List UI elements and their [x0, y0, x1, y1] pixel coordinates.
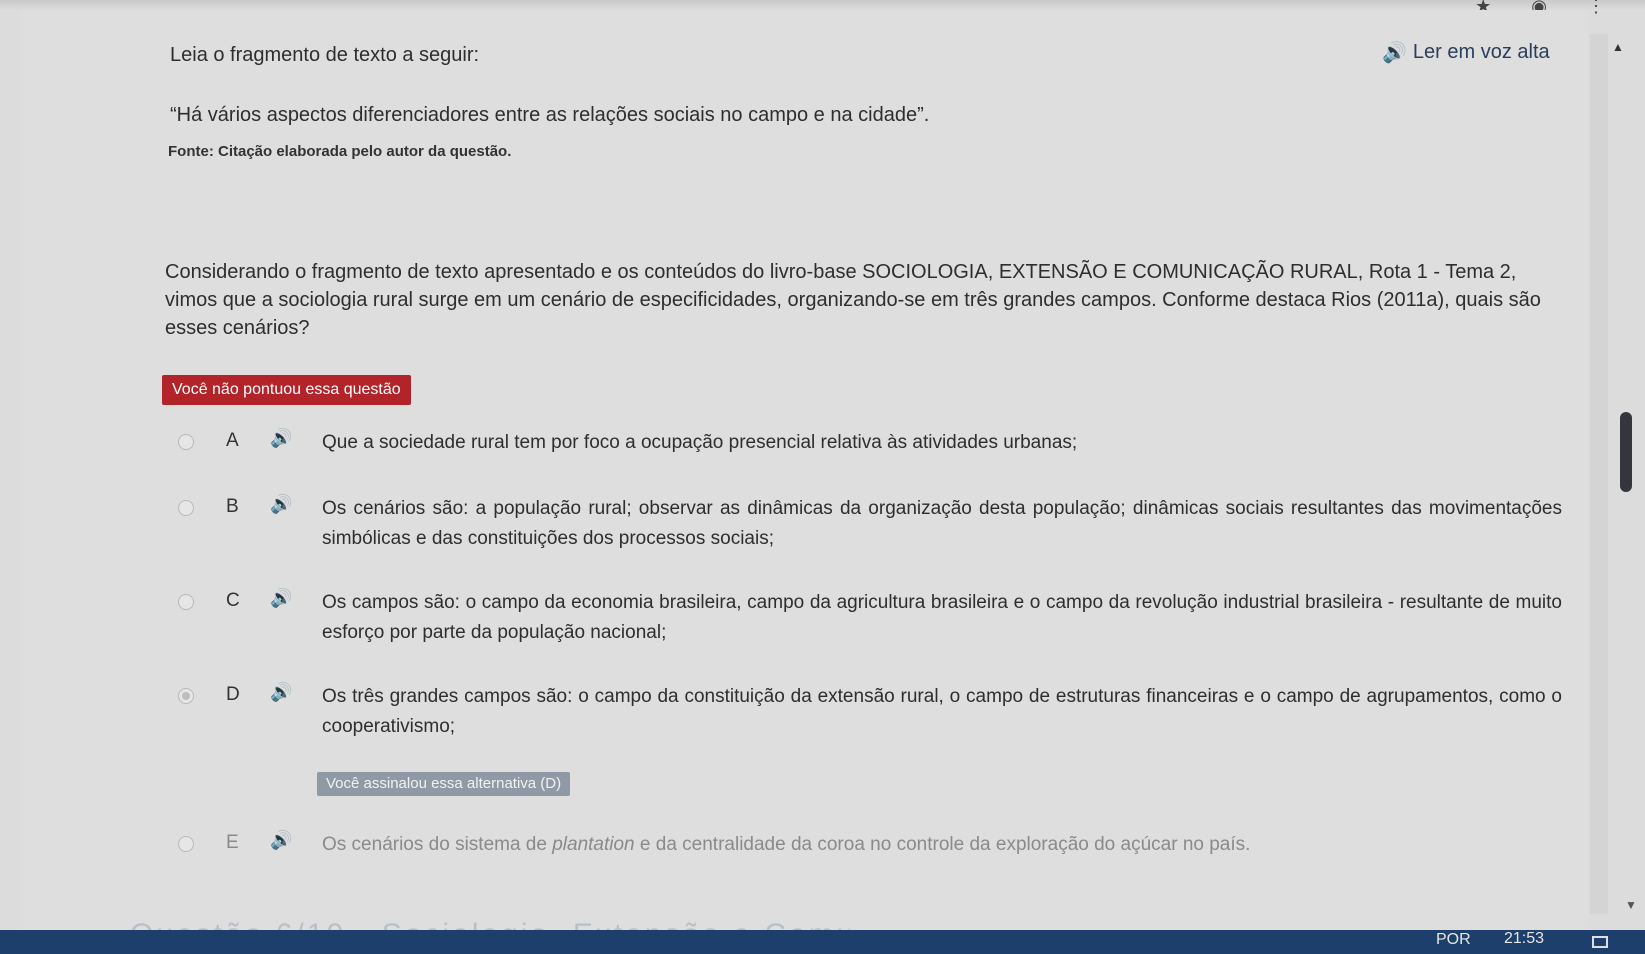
option-c[interactable]: C 🔊 Os campos são: o campo da economia b… — [170, 588, 1570, 648]
option-e-text-italic: plantation — [552, 834, 635, 855]
option-d-speaker-icon[interactable]: 🔊 — [270, 682, 292, 703]
option-d-radio[interactable] — [178, 688, 194, 704]
selected-alternative-badge: Você assinalou essa alternativa (D) — [317, 772, 571, 796]
notification-icon[interactable] — [1592, 936, 1608, 948]
option-c-text: Os campos são: o campo da economia brasi… — [322, 592, 1562, 643]
option-e-text: Os cenários do sistema de plantation e d… — [322, 830, 1562, 860]
read-aloud-button[interactable]: 🔊 Ler em voz alta — [1382, 40, 1550, 65]
quote-text: “Há vários aspectos diferenciadores entr… — [170, 104, 930, 126]
option-b[interactable]: B 🔊 Os cenários são: a população rural; … — [170, 494, 1570, 554]
option-b-text: Os cenários são: a população rural; obse… — [322, 498, 1562, 549]
windows-taskbar — [0, 930, 1645, 954]
option-b-radio[interactable] — [178, 500, 194, 516]
taskbar-language[interactable]: POR — [1436, 931, 1471, 949]
option-a-letter: A — [226, 430, 239, 451]
option-d[interactable]: D 🔊 Os três grandes campos são: o campo … — [170, 682, 1570, 742]
scroll-up-arrow-icon[interactable]: ▲ — [1612, 40, 1624, 54]
option-d-text: Os três grandes campos são: o campo da c… — [322, 686, 1562, 737]
speaker-icon: 🔊 — [1382, 42, 1407, 64]
option-a-text: Que a sociedade rural tem por foco a ocu… — [322, 432, 1078, 453]
result-badge: Você não pontuou essa questão — [162, 375, 411, 405]
intro-text: Leia o fragmento de texto a seguir: — [170, 44, 480, 66]
option-b-speaker-icon[interactable]: 🔊 — [270, 494, 292, 515]
option-e-speaker-icon[interactable]: 🔊 — [270, 830, 292, 851]
option-d-letter: D — [226, 684, 240, 705]
scrollbar-track[interactable] — [1590, 34, 1608, 914]
option-e[interactable]: E 🔊 Os cenários do sistema de plantation… — [170, 830, 1570, 890]
option-b-letter: B — [226, 496, 239, 517]
option-a[interactable]: A 🔊 Que a sociedade rural tem por foco a… — [170, 428, 1570, 488]
option-c-speaker-icon[interactable]: 🔊 — [270, 588, 292, 609]
scrollbar-thumb[interactable] — [1620, 412, 1632, 492]
source-text: Fonte: Citação elaborada pelo autor da q… — [168, 143, 512, 160]
read-aloud-label: Ler em voz alta — [1412, 41, 1550, 63]
menu-kebab-icon[interactable]: ⋮ — [1587, 0, 1605, 17]
option-e-text-after: e da centralidade da coroa no controle d… — [634, 834, 1251, 855]
taskbar-clock[interactable]: 21:53 — [1504, 930, 1544, 948]
option-c-letter: C — [226, 590, 240, 611]
option-a-radio[interactable] — [178, 434, 194, 450]
question-page: 🔊 Ler em voz alta Leia o fragmento de te… — [20, 10, 1588, 930]
question-text: Considerando o fragmento de texto aprese… — [165, 261, 1541, 339]
option-a-speaker-icon[interactable]: 🔊 — [270, 428, 292, 449]
browser-top-strip: ★ ◉ ⋮ — [0, 0, 1645, 16]
option-e-text-before: Os cenários do sistema de — [322, 834, 553, 855]
scroll-down-arrow-icon[interactable]: ▼ — [1625, 898, 1637, 912]
option-e-letter: E — [226, 832, 239, 853]
option-c-radio[interactable] — [178, 594, 194, 610]
option-e-radio[interactable] — [178, 836, 194, 852]
